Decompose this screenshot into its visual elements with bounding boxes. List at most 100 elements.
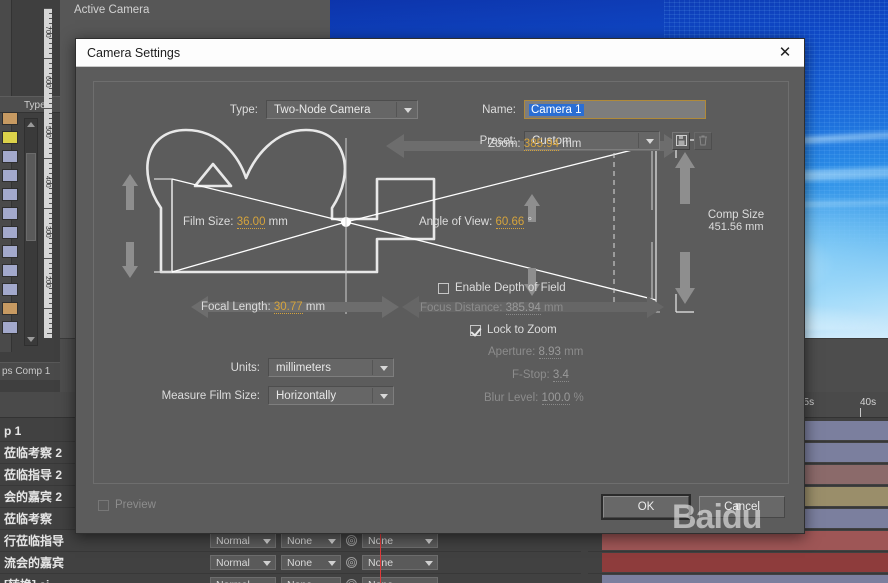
track-matte-select[interactable]: None <box>281 555 341 570</box>
type-row: Type: Two-Node Camera <box>214 100 418 119</box>
scroll-up-icon[interactable] <box>27 122 35 127</box>
track-matte-select[interactable]: None <box>281 577 341 583</box>
parent-select[interactable]: None <box>362 555 438 570</box>
ruler-tick <box>49 153 52 154</box>
preview-checkbox <box>98 499 109 511</box>
film-size-value-label: Film Size: 36.00 mm <box>183 216 288 229</box>
type-label: Type: <box>229 103 258 116</box>
parent-pickwhip-icon[interactable]: ◎ <box>346 557 357 568</box>
comp-tab[interactable]: ps Comp 1 <box>0 362 60 380</box>
focal-length-label: Focal Length: <box>201 301 271 313</box>
dialog-footer: Preview OK Cancel <box>76 484 804 534</box>
parent-select[interactable]: None <box>362 577 438 583</box>
layer-color-swatch[interactable] <box>2 207 18 220</box>
lock-to-zoom-row[interactable]: Lock to Zoom <box>470 324 557 336</box>
cancel-button[interactable]: Cancel <box>699 496 785 518</box>
type-select[interactable]: Two-Node Camera <box>266 100 418 119</box>
ruler-tick <box>44 58 52 59</box>
layer-color-swatch[interactable] <box>2 226 18 239</box>
measure-film-size-select[interactable]: Horizontally <box>268 386 394 405</box>
layer-color-swatches <box>2 112 20 340</box>
ruler-tick <box>49 73 52 74</box>
ruler-tick <box>49 143 52 144</box>
layer-color-swatch[interactable] <box>2 131 18 144</box>
blend-mode-select[interactable]: Normal <box>210 577 276 583</box>
ruler-tick <box>49 198 52 199</box>
enable-depth-of-field-row[interactable]: Enable Depth of Field <box>438 282 566 294</box>
parent-pickwhip-icon[interactable]: ◎ <box>346 535 357 546</box>
ruler-tick <box>49 23 52 24</box>
blur-level-value: 100.0 <box>541 392 571 405</box>
select-divider <box>372 388 373 403</box>
timeline-layer-bar[interactable] <box>602 575 888 583</box>
angle-of-view-value[interactable]: 60.66 <box>495 216 525 229</box>
ruler-tick <box>44 108 52 109</box>
ruler-tick <box>49 103 52 104</box>
ruler-tick <box>49 63 52 64</box>
layer-scrollbar[interactable] <box>24 118 38 346</box>
ruler-tick <box>49 323 52 324</box>
film-size-value[interactable]: 36.00 <box>236 216 266 229</box>
ruler-tick <box>49 43 52 44</box>
timeline-layer-name[interactable]: 流会的嘉宾 <box>0 552 206 574</box>
units-select[interactable]: millimeters <box>268 358 394 377</box>
ruler-tick <box>44 258 52 259</box>
ruler-tick <box>49 18 52 19</box>
measure-film-size-label: Measure Film Size: <box>161 389 260 402</box>
chevron-down-icon <box>328 539 336 544</box>
ruler-tick <box>49 13 52 14</box>
timeline-bar-row <box>588 574 888 583</box>
ruler-tick <box>49 173 52 174</box>
aperture-label: Aperture: <box>488 346 536 358</box>
layer-color-swatch[interactable] <box>2 302 18 315</box>
ruler-tick <box>49 293 52 294</box>
ruler-tick <box>49 318 52 319</box>
ruler-tick <box>49 253 52 254</box>
layer-color-swatch[interactable] <box>2 245 18 258</box>
film-size-unit: mm <box>268 216 288 228</box>
parent-select[interactable]: None <box>362 533 438 548</box>
ruler-tick <box>44 308 52 309</box>
enable-depth-of-field-checkbox[interactable] <box>438 282 449 294</box>
ruler-tick <box>49 268 52 269</box>
select-divider <box>396 102 397 117</box>
zoom-unit: mm <box>562 138 582 150</box>
ruler-tick <box>49 303 52 304</box>
name-label: Name: <box>482 103 516 116</box>
layer-color-swatch[interactable] <box>2 321 18 334</box>
layer-color-swatch[interactable] <box>2 264 18 277</box>
zoom-value[interactable]: 385.94 <box>523 138 559 151</box>
ruler-tick <box>49 288 52 289</box>
scroll-down-icon[interactable] <box>27 337 35 342</box>
save-preset-icon[interactable] <box>672 131 690 150</box>
blend-mode-select[interactable]: Normal <box>210 533 276 548</box>
close-icon[interactable]: ✕ <box>772 41 798 65</box>
track-matte-select[interactable]: None <box>281 533 341 548</box>
layer-color-swatch[interactable] <box>2 283 18 296</box>
lock-to-zoom-checkbox[interactable] <box>470 324 481 336</box>
timeline-layer-name[interactable]: [转换].ai <box>0 574 206 583</box>
layer-color-swatch[interactable] <box>2 150 18 163</box>
ruler-tick <box>49 53 52 54</box>
chevron-down-icon <box>425 539 433 544</box>
blend-mode-select[interactable]: Normal <box>210 555 276 570</box>
timeline-layer-bar[interactable] <box>602 553 888 572</box>
ruler-tick <box>49 273 52 274</box>
scrollbar-thumb[interactable] <box>26 153 36 241</box>
ruler-tick <box>44 8 52 9</box>
layer-color-swatch[interactable] <box>2 112 18 125</box>
layer-color-swatch[interactable] <box>2 169 18 182</box>
f-stop-label: F-Stop: <box>512 369 550 381</box>
ruler-tick <box>49 238 52 239</box>
trash-icon <box>694 131 712 150</box>
layer-color-swatch[interactable] <box>2 188 18 201</box>
dialog-titlebar: Camera Settings ✕ <box>76 39 804 67</box>
units-row: Units: millimeters <box>212 358 394 377</box>
ruler-tick <box>49 193 52 194</box>
ok-button[interactable]: OK <box>601 494 691 520</box>
ruler-tick <box>49 123 52 124</box>
name-input[interactable]: Camera 1 <box>524 100 706 119</box>
comp-size-label-group: Comp Size 451.56 mm <box>696 209 776 233</box>
focal-length-value[interactable]: 30.77 <box>273 301 303 314</box>
parent-pickwhip-icon[interactable]: ◎ <box>346 579 357 583</box>
